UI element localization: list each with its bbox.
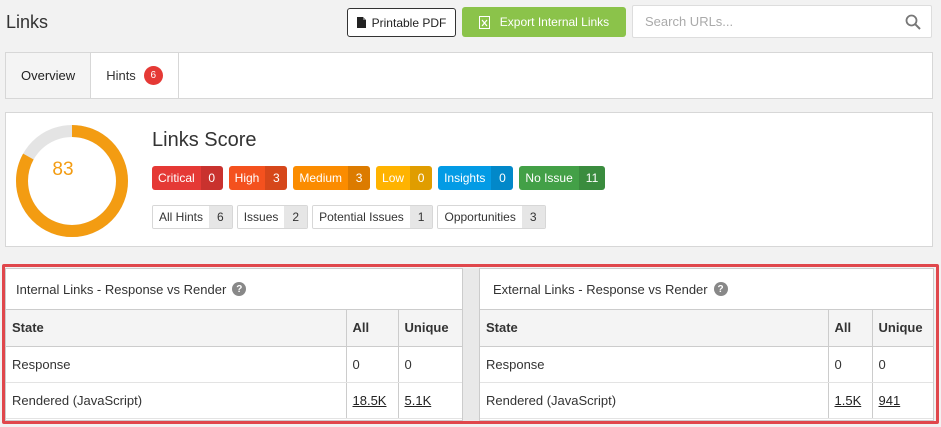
tab-overview[interactable]: Overview — [6, 53, 92, 98]
severity-count: 3 — [348, 166, 371, 190]
document-icon — [356, 17, 366, 28]
tab-hints[interactable]: Hints 6 — [91, 53, 179, 98]
filter-label: Potential Issues — [313, 206, 410, 228]
printable-pdf-button[interactable]: Printable PDF — [347, 8, 456, 37]
severity-critical[interactable]: Critical 0 — [152, 166, 223, 190]
severity-label: No Issue — [525, 171, 573, 185]
severity-filters: Critical 0 High 3 Medium 3 Low 0 Insights 0 N… — [152, 166, 606, 190]
search-icon[interactable] — [905, 14, 921, 30]
export-internal-links-button[interactable]: Export Internal Links — [462, 7, 626, 37]
hint-filters: All Hints 6 Issues 2 Potential Issues 1 Opp… — [152, 205, 546, 229]
severity-label: Insights — [444, 171, 486, 185]
printable-pdf-label: Printable PDF — [371, 15, 447, 30]
severity-label: High — [234, 171, 260, 185]
export-internal-links-label: Export Internal Links — [499, 15, 610, 29]
filter-count: 2 — [284, 206, 308, 228]
severity-label: Low — [382, 171, 405, 185]
severity-count: 0 — [410, 166, 433, 190]
filter-count: 6 — [209, 206, 232, 228]
severity-count: 11 — [578, 166, 606, 190]
links-score-card: 83 Links Score Critical 0 High 3 Medium 3 L… — [5, 112, 933, 247]
severity-label: Medium — [299, 171, 343, 185]
filter-count: 3 — [521, 206, 545, 228]
search-box — [632, 5, 932, 38]
severity-count: 3 — [265, 166, 288, 190]
tab-hints-label: Hints — [106, 68, 136, 83]
filter-label: All Hints — [153, 206, 210, 228]
severity-no-issue[interactable]: No Issue 11 — [519, 166, 606, 190]
severity-high[interactable]: High 3 — [228, 166, 288, 190]
severity-medium[interactable]: Medium 3 — [293, 166, 371, 190]
highlight-box — [2, 264, 939, 424]
filter-all-hints[interactable]: All Hints 6 — [152, 205, 233, 229]
severity-low[interactable]: Low 0 — [376, 166, 433, 190]
score-value: 83 — [52, 159, 74, 180]
filter-label: Issues — [237, 206, 285, 228]
hints-count-badge: 6 — [143, 66, 163, 85]
tab-bar: Overview Hints 6 — [5, 52, 933, 99]
severity-label: Critical — [158, 171, 195, 185]
filter-count: 1 — [409, 206, 433, 228]
severity-insights[interactable]: Insights 0 — [438, 166, 514, 190]
search-input[interactable] — [633, 6, 931, 37]
tab-overview-label: Overview — [21, 68, 76, 83]
severity-count: 0 — [200, 166, 223, 190]
severity-count: 0 — [491, 166, 514, 190]
filter-opportunities[interactable]: Opportunities 3 — [437, 205, 546, 229]
spreadsheet-icon — [478, 15, 490, 29]
filter-issues[interactable]: Issues 2 — [236, 205, 309, 229]
score-title: Links Score — [152, 129, 257, 151]
filter-potential-issues[interactable]: Potential Issues 1 — [312, 205, 434, 229]
page-title: Links — [6, 12, 49, 32]
filter-label: Opportunities — [438, 206, 522, 228]
